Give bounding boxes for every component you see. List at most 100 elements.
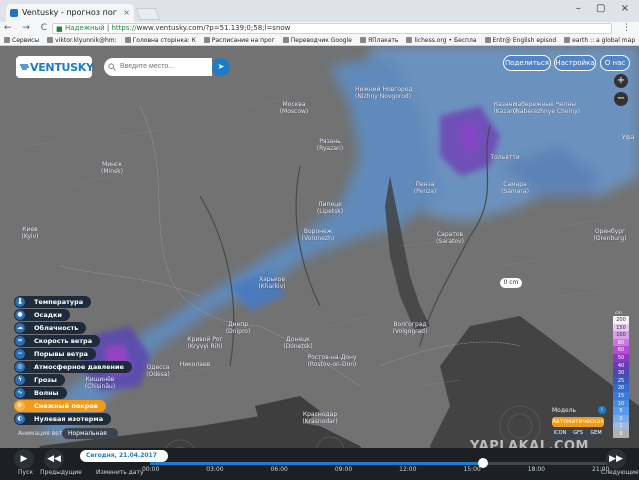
city-name: Оренбург [594, 228, 626, 235]
model-info-icon[interactable]: i [598, 406, 606, 414]
bookmark-item[interactable]: Головна сторінка: К [124, 35, 196, 45]
layer-item[interactable]: ● Осадки [14, 309, 70, 321]
change-date-label[interactable]: Изменить дату [96, 469, 144, 476]
city-alt-name: (Krasnodar) [302, 418, 338, 425]
bookmark-item[interactable]: Сервисы [4, 35, 39, 45]
layer-item[interactable]: ☁ Облачность [14, 322, 87, 334]
browser-tab[interactable]: Ventusky - прогноз пог × [6, 4, 134, 22]
timeline-thumb[interactable] [477, 458, 488, 468]
timeline-tick[interactable]: 12:00 [399, 466, 416, 473]
city-label[interactable]: Краснодар (Krasnodar) [295, 411, 345, 425]
share-button[interactable]: Поделиться [503, 55, 551, 71]
date-display[interactable]: Сегодня, 21.04.2017 [80, 450, 168, 462]
bookmark-icon [282, 37, 289, 43]
layer-item[interactable]: ~ Порывы ветра [14, 348, 97, 360]
city-label[interactable]: Волгоград (Volgograd) [385, 321, 435, 335]
locate-button[interactable]: ➤ [212, 58, 230, 76]
search-input[interactable] [104, 58, 212, 76]
layer-label: Грозы [34, 376, 57, 384]
city-label[interactable]: Саратов (Saratov) [425, 231, 475, 245]
city-alt-name: (Lipetsk) [316, 208, 344, 215]
timeline-tick[interactable]: 06:00 [271, 466, 288, 473]
city-label[interactable]: Уфа [603, 134, 639, 141]
nav-buttons[interactable]: ← → C [4, 22, 51, 35]
layer-item[interactable]: ϟ Грозы [14, 374, 65, 386]
city-name: Саратов [436, 231, 464, 238]
timeline-tick[interactable]: 18:00 [528, 466, 545, 473]
timeline-tick[interactable]: 09:00 [335, 466, 352, 473]
timeline-tick[interactable]: 03:00 [206, 466, 223, 473]
legend-step: 100 [613, 331, 629, 339]
layer-item[interactable]: ◎ Атмосферное давление [14, 361, 132, 373]
address-bar[interactable]: ■ Надежный | https://www.ventusky.com/?p… [52, 23, 612, 34]
city-label[interactable]: Донецк (Donetsk) [273, 336, 323, 350]
snowflake-icon: ❄ [15, 401, 25, 411]
city-label[interactable]: Набережные Челны (Naberezhnye Chelny) [513, 101, 580, 115]
city-label[interactable]: Днепр (Dnipro) [213, 321, 263, 335]
city-alt-name: (Odesa) [146, 371, 170, 378]
city-name: Николаев [179, 361, 211, 368]
model-icon-button[interactable]: ICON [552, 429, 568, 438]
zoom-in-button[interactable]: + [614, 74, 628, 88]
model-auto-button[interactable]: Автоматическая [552, 417, 604, 427]
city-label[interactable]: Липецк (Lipetsk) [305, 201, 355, 215]
wind-animation-select[interactable]: Нормальная [62, 428, 118, 439]
bookmark-item[interactable]: earth :: a global map [564, 35, 635, 45]
city-label[interactable]: Оренбург (Orenburg) [585, 228, 635, 242]
window-controls[interactable]: – ▢ × [576, 3, 635, 14]
city-label[interactable]: Кривой Рог (Kryvyi Rih) [180, 336, 230, 350]
layer-item[interactable]: ≈ Скорость ветра [14, 335, 101, 347]
city-label[interactable]: Самара (Samara) [490, 181, 540, 195]
city-label[interactable]: Тольятти [480, 154, 530, 161]
city-name: Харьков [259, 276, 285, 283]
play-button[interactable]: ▶ [14, 449, 34, 469]
model-gfs-button[interactable]: GFS [570, 429, 586, 438]
bookmark-item[interactable]: Entr@ English episod [484, 35, 556, 45]
logo-text: VENTUSKY [30, 61, 94, 74]
bookmark-item[interactable]: viktor.klyunnik@hm: [47, 35, 117, 45]
bookmarks-bar: Сервисы viktor.klyunnik@hm: Головна сторін… [0, 35, 639, 46]
city-label[interactable]: Николаев [170, 361, 220, 368]
play-icon: ▶ [20, 454, 28, 464]
search-icon [108, 63, 116, 71]
timeline-tick[interactable]: 15:00 [463, 466, 480, 473]
tab-close-icon[interactable]: × [123, 4, 130, 22]
bookmark-icon [47, 37, 54, 43]
layer-item[interactable]: 🌡 Температура [14, 296, 92, 308]
bookmark-item[interactable]: Расписание на прог [203, 35, 275, 45]
next-button[interactable]: ▶▶ [606, 449, 626, 469]
bookmark-item[interactable]: ЯПлакать [359, 35, 398, 45]
legend-step: 150 [613, 323, 629, 332]
city-label[interactable]: Рязань (Ryazan) [305, 138, 355, 152]
layer-item[interactable]: ∿ Волны [14, 387, 67, 399]
city-label[interactable]: Кишинёв (Chișinău) [75, 376, 125, 390]
city-name: Самара [503, 181, 527, 188]
bookmark-item[interactable]: Переводчик Google [282, 35, 352, 45]
legend-step: 15 [613, 392, 629, 400]
zoom-out-button[interactable]: − [614, 92, 628, 106]
layer-label: Нулевая изотерма [34, 415, 104, 423]
city-name: Кривой Рог [187, 336, 223, 343]
cloud-icon: ☁ [15, 323, 25, 333]
city-label[interactable]: Москва (Moscow) [269, 101, 319, 115]
bookmark-item[interactable]: lichess.org • Беспла [406, 35, 477, 45]
timeline-tick[interactable]: 00:00 [142, 466, 159, 473]
map-value-label: 0 cm [500, 278, 522, 288]
settings-button[interactable]: Настройка [554, 55, 596, 71]
city-label[interactable]: Ростов-на-Дону (Rostov-on-Don) [307, 354, 357, 368]
about-button[interactable]: О нас [600, 55, 630, 71]
city-label[interactable]: Воронеж (Voronezh) [293, 228, 343, 242]
layer-item[interactable]: ❄ Снежный покров [14, 400, 106, 412]
city-label[interactable]: Пенза (Penza) [400, 181, 450, 195]
city-label[interactable]: Киев (Kyiv) [5, 226, 55, 240]
new-tab-button[interactable] [135, 8, 161, 20]
city-label[interactable]: Нижний Новгород (Nizhny Novgorod) [355, 86, 413, 100]
model-gem-button[interactable]: GEM [588, 429, 604, 438]
city-name: Волгоград [393, 321, 427, 328]
layer-item[interactable]: ◐ Нулевая изотерма [14, 413, 112, 425]
city-label[interactable]: Минск (Minsk) [87, 161, 137, 175]
browser-menu-icon[interactable]: ⋮ [622, 22, 631, 35]
city-label[interactable]: Харьков (Kharkiv) [247, 276, 297, 290]
previous-button[interactable]: ◀◀ [44, 449, 64, 469]
bookmark-label: Переводчик Google [290, 37, 352, 44]
